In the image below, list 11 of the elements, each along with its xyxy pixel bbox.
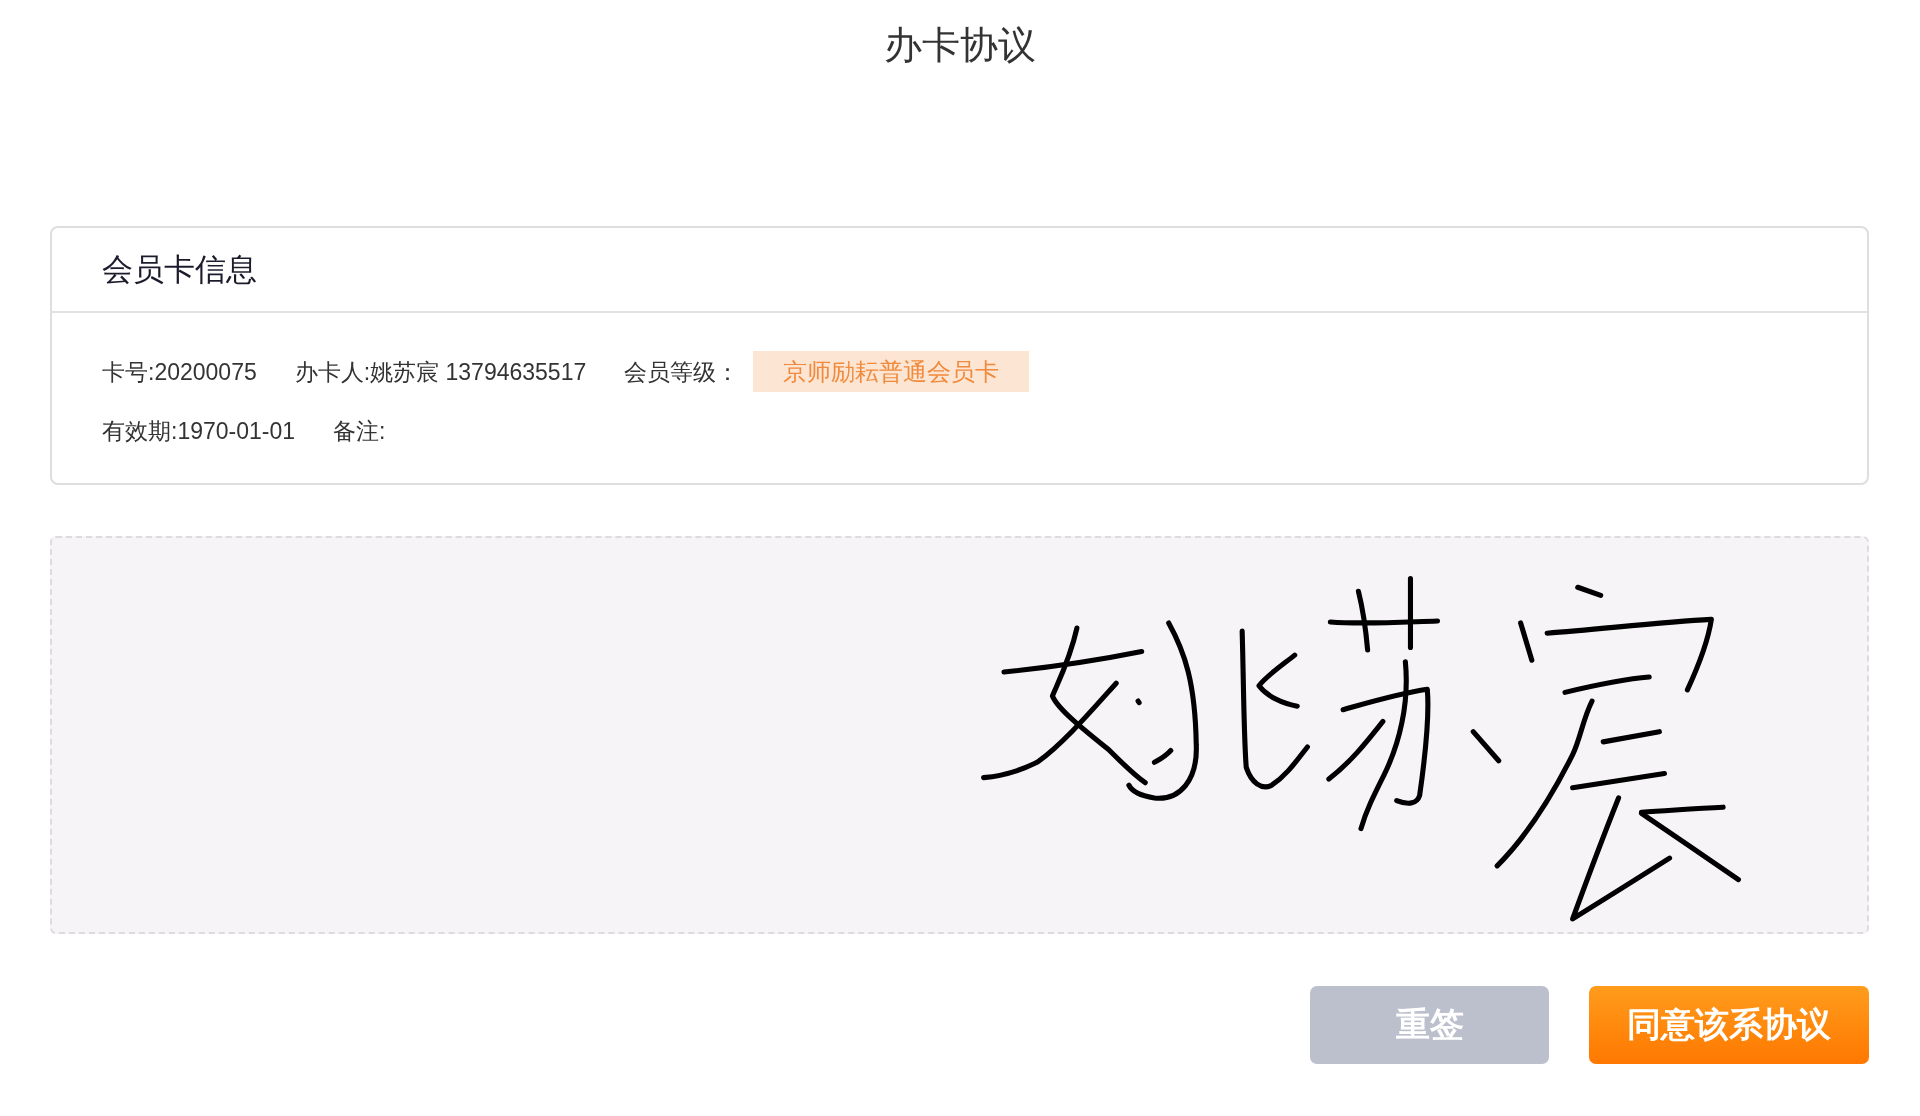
info-text: 卡号:20200075 bbox=[102, 357, 257, 387]
info-text: 会员等级： bbox=[624, 357, 740, 387]
info-text: 办卡人:姚苏宸 13794635517 bbox=[294, 357, 587, 387]
signature-pad[interactable] bbox=[50, 536, 1869, 934]
info-text: 备注: bbox=[333, 417, 386, 446]
page-title: 办卡协议 bbox=[882, 23, 1037, 67]
info-text: 有效期:1970-01-01 bbox=[102, 417, 296, 446]
agree-button[interactable]: 同意该系协议 bbox=[1589, 986, 1869, 1064]
resign-button[interactable]: 重签 bbox=[1310, 986, 1549, 1064]
card-title: 会员卡信息 bbox=[102, 250, 257, 289]
member-level-tag: 京师励耘普通会员卡 bbox=[753, 351, 1030, 392]
